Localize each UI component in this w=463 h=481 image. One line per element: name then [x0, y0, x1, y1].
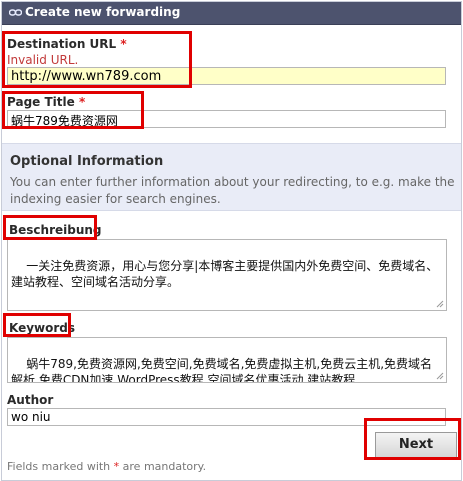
resize-grip-icon[interactable]	[436, 372, 444, 380]
link-chain-icon	[9, 9, 22, 16]
beschreibung-textarea[interactable]: 一关注免费资源，用心与您分享|本博客主要提供国内外免费空间、免费域名、建站教程、…	[7, 239, 447, 311]
optional-info-section: Optional Information You can enter furth…	[2, 143, 461, 211]
highlight-box-destination	[2, 31, 192, 88]
resize-grip-icon[interactable]	[436, 300, 444, 308]
highlight-box-beschreibung	[3, 215, 97, 240]
optional-info-title: Optional Information	[10, 154, 164, 169]
beschreibung-text: 一关注免费资源，用心与您分享|本博客主要提供国内外免费空间、免费域名、建站教程、…	[11, 259, 439, 289]
panel-title: Create new forwarding	[25, 5, 181, 19]
mandatory-footnote: Fields marked with * are mandatory.	[7, 460, 207, 473]
author-label: Author	[7, 393, 54, 407]
panel-header: Create new forwarding	[2, 2, 461, 25]
keywords-text: 蜗牛789,免费资源网,免费空间,免费域名,免费虚拟主机,免费云主机,免费域名解…	[11, 357, 433, 383]
keywords-textarea[interactable]: 蜗牛789,免费资源网,免费空间,免费域名,免费虚拟主机,免费云主机,免费域名解…	[7, 337, 447, 383]
highlight-box-keywords	[3, 313, 71, 337]
optional-info-description: You can enter further information about …	[10, 175, 455, 206]
highlight-box-next	[364, 418, 461, 460]
highlight-box-page-title	[2, 91, 144, 129]
